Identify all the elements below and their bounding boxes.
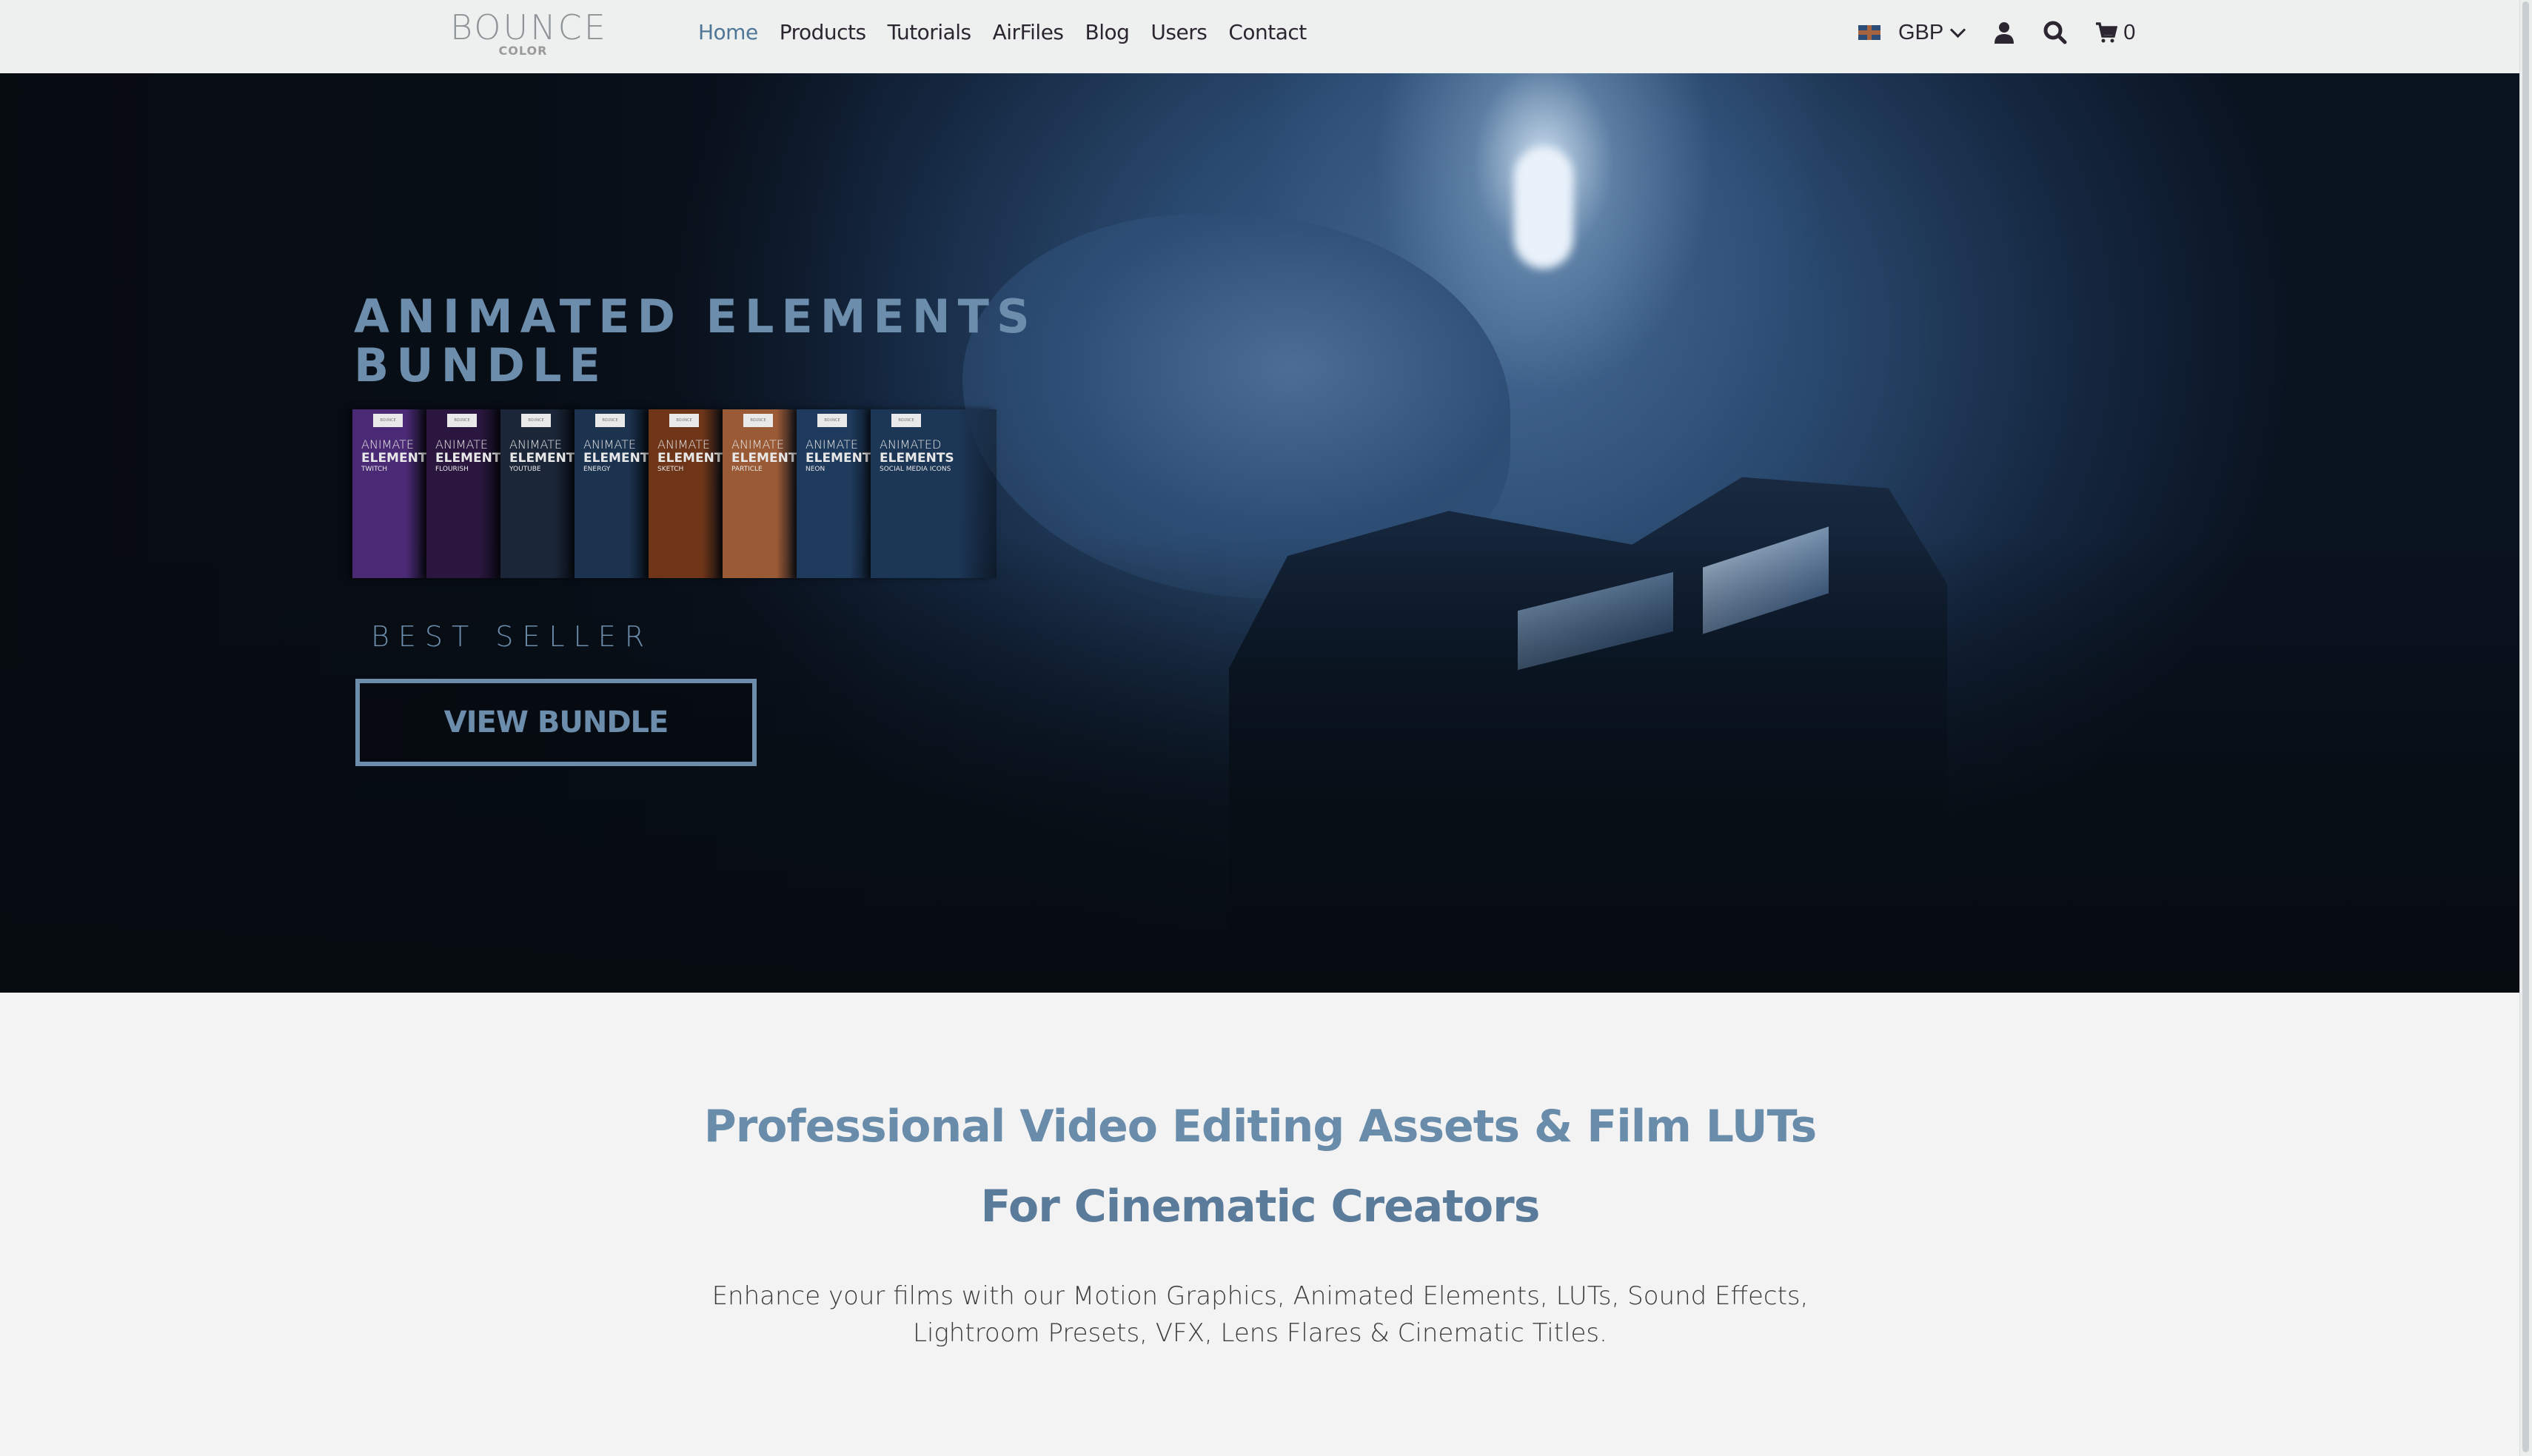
site-logo[interactable]: BOUNCE COLOR <box>450 7 608 58</box>
header-tools: GBP 0 <box>1858 16 2135 49</box>
search-icon[interactable] <box>2043 21 2067 44</box>
main-menu: Home Products Tutorials AirFiles Blog Us… <box>698 18 1328 47</box>
box-logo: BOUNCE <box>595 414 625 427</box>
box-logo: BOUNCE <box>373 414 403 427</box>
box-title-line2: ELEMENT <box>583 451 649 466</box>
hero-title: ANIMATED ELEMENTS BUNDLE <box>354 292 1094 390</box>
scrollbar-thumb[interactable] <box>2522 1 2529 1452</box>
box-subtitle: TWITCH <box>361 466 388 473</box>
box-logo: BOUNCE <box>817 414 847 427</box>
box-title-line1: ANIMATE <box>731 437 785 452</box>
box-title-line1: ANIMATE <box>509 437 563 452</box>
view-bundle-button[interactable]: VIEW BUNDLE <box>355 679 757 766</box>
box-title-line2: ELEMENT <box>806 451 871 466</box>
box-title-line2: ELEMENT <box>435 451 501 466</box>
hero-image-light <box>1514 147 1573 269</box>
box-logo: BOUNCE <box>669 414 699 427</box>
box-title-line1: ANIMATE <box>657 437 711 452</box>
nav-users[interactable]: Users <box>1151 18 1207 47</box>
intro-heading-line1: Professional Video Editing Assets & Film… <box>703 1101 1818 1153</box>
nav-home[interactable]: Home <box>698 18 758 47</box>
intro-heading-line2: For Cinematic Creators <box>980 1181 1541 1232</box>
box-title-line1: ANIMATED <box>880 437 942 452</box>
intro-description-line2: Lightroom Presets, VFX, Lens Flares & Ci… <box>913 1318 1607 1348</box>
box-subtitle: SOCIAL MEDIA ICONS <box>880 466 951 473</box>
product-box: BOUNCE ANIMATE ELEMENT ENERGY <box>575 409 652 578</box>
product-box: BOUNCE ANIMATE ELEMENT NEON <box>797 409 874 578</box>
intro-section: Professional Video Editing Assets & Film… <box>0 993 2520 1456</box>
intro-description-line1: Enhance your films with our Motion Graph… <box>711 1281 1809 1311</box>
box-title-line1: ANIMATE <box>583 437 637 452</box>
intro-description: Enhance your films with our Motion Graph… <box>0 1278 2520 1352</box>
product-box: BOUNCE ANIMATE ELEMENT YOUTUBE <box>500 409 577 578</box>
nav-airfiles[interactable]: AirFiles <box>993 18 1064 47</box>
box-title-line2: ELEMENTS <box>880 451 954 466</box>
box-logo: BOUNCE <box>891 414 921 427</box>
hero-title-line2: BUNDLE <box>354 338 608 392</box>
box-title-line2: ELEMENT <box>509 451 575 466</box>
page-scrollbar[interactable] <box>2519 0 2532 1456</box>
box-subtitle: ENERGY <box>583 466 611 473</box>
hero-title-line1: ANIMATED ELEMENTS <box>354 289 1037 343</box>
box-title-line1: ANIMATE <box>361 437 415 452</box>
box-subtitle: NEON <box>806 466 825 473</box>
box-title-line2: ELEMENT <box>657 451 723 466</box>
uk-flag-icon[interactable] <box>1858 25 1880 40</box>
box-title-line2: ELEMENT <box>731 451 797 466</box>
box-title-line2: ELEMENT <box>361 451 427 466</box>
nav-contact[interactable]: Contact <box>1228 18 1307 47</box>
box-subtitle: FLOURISH <box>435 466 469 473</box>
box-title-line1: ANIMATE <box>806 437 859 452</box>
nav-blog[interactable]: Blog <box>1085 18 1130 47</box>
chevron-down-icon[interactable] <box>1950 21 1966 38</box>
product-box: BOUNCE ANIMATE ELEMENT PARTICLE <box>723 409 800 578</box>
cart-icon[interactable]: 0 <box>2095 21 2135 45</box>
logo-text: BOUNCE <box>450 7 608 47</box>
box-subtitle: PARTICLE <box>731 466 763 473</box>
box-subtitle: YOUTUBE <box>509 466 541 473</box>
box-logo: BOUNCE <box>521 414 551 427</box>
product-box: BOUNCE ANIMATED ELEMENTS SOCIAL MEDIA ICONS <box>871 409 997 578</box>
box-subtitle: SKETCH <box>657 466 684 473</box>
currency-selector[interactable]: GBP <box>1898 21 1943 45</box>
top-navigation: BOUNCE COLOR Home Products Tutorials Air… <box>0 0 2520 73</box>
product-box: BOUNCE ANIMATE ELEMENT SKETCH <box>649 409 726 578</box>
box-title-line1: ANIMATE <box>435 437 489 452</box>
best-seller-badge: BEST SELLER <box>371 620 654 653</box>
product-box: BOUNCE ANIMATE ELEMENT TWITCH <box>352 409 429 578</box>
user-icon[interactable] <box>1993 21 2015 44</box>
nav-tutorials[interactable]: Tutorials <box>888 18 972 47</box>
product-boxes[interactable]: BOUNCE ANIMATE ELEMENT TWITCH BOUNCE ANIMATE E… <box>352 409 997 587</box>
nav-products[interactable]: Products <box>780 18 866 47</box>
box-logo: BOUNCE <box>743 414 773 427</box>
product-box: BOUNCE ANIMATE ELEMENT FLOURISH <box>426 409 503 578</box>
box-logo: BOUNCE <box>447 414 477 427</box>
cart-count[interactable]: 0 <box>2123 21 2135 45</box>
